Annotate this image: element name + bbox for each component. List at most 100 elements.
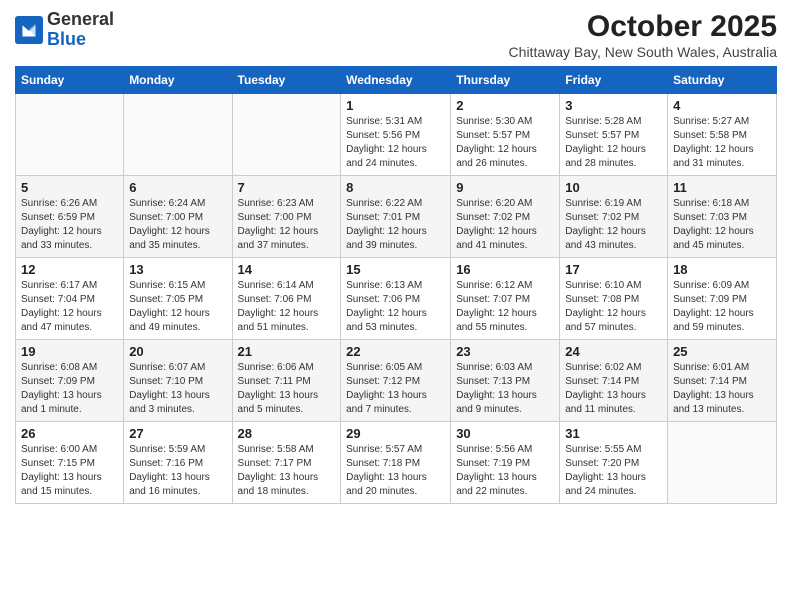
day-number: 23 [456,344,554,359]
day-number: 31 [565,426,662,441]
calendar-cell: 6Sunrise: 6:24 AM Sunset: 7:00 PM Daylig… [124,176,232,258]
calendar-cell: 21Sunrise: 6:06 AM Sunset: 7:11 PM Dayli… [232,340,341,422]
calendar-cell: 11 Sunrise: 6:18 AM Sunset: 7:03 PM Dayli… [668,176,777,258]
calendar-cell: 2 Sunrise: 5:30 AM Sunset: 5:57 PM Daylig… [451,94,560,176]
calendar-cell: 8 Sunrise: 6:22 AM Sunset: 7:01 PM Daylig… [341,176,451,258]
day-number: 4 [673,98,771,113]
day-number: 13 [129,262,226,277]
day-info: Sunrise: 6:23 AM Sunset: 7:00 PM Dayligh… [238,197,336,253]
day-number: 7 [238,180,336,195]
calendar-cell: 29 Sunrise: 5:57 AM Sunset: 7:18 PM Dayli… [341,422,451,504]
calendar-cell: 16Sunrise: 6:12 AM Sunset: 7:07 PM Dayli… [451,258,560,340]
calendar-cell: 22Sunrise: 6:05 AM Sunset: 7:12 PM Dayli… [341,340,451,422]
calendar-week-2: 5Sunrise: 6:26 AM Sunset: 6:59 PM Daylig… [16,176,777,258]
calendar-cell: 3 Sunrise: 5:28 AM Sunset: 5:57 PM Daylig… [560,94,668,176]
calendar-table: SundayMondayTuesdayWednesdayThursdayFrid… [15,66,777,504]
day-number: 28 [238,426,336,441]
day-number: 2 [456,98,554,113]
calendar-week-3: 12Sunrise: 6:17 AM Sunset: 7:04 PM Dayli… [16,258,777,340]
calendar-cell: 27 Sunrise: 5:59 AM Sunset: 7:16 PM Dayli… [124,422,232,504]
day-info: Sunrise: 5:28 AM Sunset: 5:57 PM Dayligh… [565,115,662,171]
calendar-cell: 12Sunrise: 6:17 AM Sunset: 7:04 PM Dayli… [16,258,124,340]
day-number: 20 [129,344,226,359]
month-title: October 2025 [509,10,777,44]
column-header-friday: Friday [560,67,668,94]
calendar-cell: 17 Sunrise: 6:10 AM Sunset: 7:08 PM Dayli… [560,258,668,340]
day-info: Sunrise: 6:10 AM Sunset: 7:08 PM Dayligh… [565,279,662,335]
day-info: Sunrise: 6:07 AM Sunset: 7:10 PM Dayligh… [129,361,226,417]
calendar-cell [16,94,124,176]
calendar-cell: 4 Sunrise: 5:27 AM Sunset: 5:58 PM Daylig… [668,94,777,176]
day-info: Sunrise: 6:19 AM Sunset: 7:02 PM Dayligh… [565,197,662,253]
day-number: 1 [346,98,445,113]
day-info: Sunrise: 6:00 AM Sunset: 7:15 PM Dayligh… [21,443,118,499]
day-info: Sunrise: 6:01 AM Sunset: 7:14 PM Dayligh… [673,361,771,417]
logo-blue: Blue [47,29,86,49]
title-block: October 2025 Chittaway Bay, New South Wa… [509,10,777,60]
day-number: 15 [346,262,445,277]
day-info: Sunrise: 6:14 AM Sunset: 7:06 PM Dayligh… [238,279,336,335]
day-number: 29 [346,426,445,441]
day-number: 26 [21,426,118,441]
calendar-week-1: 1 Sunrise: 5:31 AM Sunset: 5:56 PM Daylig… [16,94,777,176]
calendar-cell: 18Sunrise: 6:09 AM Sunset: 7:09 PM Dayli… [668,258,777,340]
column-header-wednesday: Wednesday [341,67,451,94]
day-info: Sunrise: 6:06 AM Sunset: 7:11 PM Dayligh… [238,361,336,417]
day-info: Sunrise: 5:55 AM Sunset: 7:20 PM Dayligh… [565,443,662,499]
calendar-cell: 28 Sunrise: 5:58 AM Sunset: 7:17 PM Dayli… [232,422,341,504]
calendar-cell: 19 Sunrise: 6:08 AM Sunset: 7:09 PM Dayli… [16,340,124,422]
calendar-cell: 13 Sunrise: 6:15 AM Sunset: 7:05 PM Dayli… [124,258,232,340]
day-number: 10 [565,180,662,195]
calendar-cell: 15 Sunrise: 6:13 AM Sunset: 7:06 PM Dayli… [341,258,451,340]
calendar-week-4: 19 Sunrise: 6:08 AM Sunset: 7:09 PM Dayli… [16,340,777,422]
day-info: Sunrise: 6:15 AM Sunset: 7:05 PM Dayligh… [129,279,226,335]
day-number: 16 [456,262,554,277]
day-number: 19 [21,344,118,359]
calendar-cell [232,94,341,176]
calendar-cell: 1 Sunrise: 5:31 AM Sunset: 5:56 PM Daylig… [341,94,451,176]
day-number: 18 [673,262,771,277]
location-title: Chittaway Bay, New South Wales, Australi… [509,44,777,60]
logo-text: General Blue [47,10,114,50]
day-number: 8 [346,180,445,195]
day-info: Sunrise: 5:56 AM Sunset: 7:19 PM Dayligh… [456,443,554,499]
logo-icon [15,16,43,44]
calendar-cell: 9 Sunrise: 6:20 AM Sunset: 7:02 PM Daylig… [451,176,560,258]
day-number: 25 [673,344,771,359]
logo: General Blue [15,10,114,50]
column-header-monday: Monday [124,67,232,94]
calendar-week-5: 26 Sunrise: 6:00 AM Sunset: 7:15 PM Dayli… [16,422,777,504]
calendar-cell: 30Sunrise: 5:56 AM Sunset: 7:19 PM Dayli… [451,422,560,504]
calendar-cell: 5Sunrise: 6:26 AM Sunset: 6:59 PM Daylig… [16,176,124,258]
day-number: 27 [129,426,226,441]
day-info: Sunrise: 5:27 AM Sunset: 5:58 PM Dayligh… [673,115,771,171]
day-info: Sunrise: 5:31 AM Sunset: 5:56 PM Dayligh… [346,115,445,171]
day-info: Sunrise: 6:02 AM Sunset: 7:14 PM Dayligh… [565,361,662,417]
day-number: 9 [456,180,554,195]
calendar-cell [668,422,777,504]
day-info: Sunrise: 6:03 AM Sunset: 7:13 PM Dayligh… [456,361,554,417]
day-number: 3 [565,98,662,113]
calendar-cell: 7 Sunrise: 6:23 AM Sunset: 7:00 PM Daylig… [232,176,341,258]
day-info: Sunrise: 6:08 AM Sunset: 7:09 PM Dayligh… [21,361,118,417]
day-info: Sunrise: 5:30 AM Sunset: 5:57 PM Dayligh… [456,115,554,171]
day-info: Sunrise: 5:59 AM Sunset: 7:16 PM Dayligh… [129,443,226,499]
day-number: 17 [565,262,662,277]
calendar-cell: 31 Sunrise: 5:55 AM Sunset: 7:20 PM Dayli… [560,422,668,504]
day-info: Sunrise: 6:05 AM Sunset: 7:12 PM Dayligh… [346,361,445,417]
column-header-tuesday: Tuesday [232,67,341,94]
day-info: Sunrise: 6:13 AM Sunset: 7:06 PM Dayligh… [346,279,445,335]
day-info: Sunrise: 5:58 AM Sunset: 7:17 PM Dayligh… [238,443,336,499]
day-info: Sunrise: 6:18 AM Sunset: 7:03 PM Dayligh… [673,197,771,253]
calendar-cell: 14 Sunrise: 6:14 AM Sunset: 7:06 PM Dayli… [232,258,341,340]
day-info: Sunrise: 6:20 AM Sunset: 7:02 PM Dayligh… [456,197,554,253]
day-info: Sunrise: 5:57 AM Sunset: 7:18 PM Dayligh… [346,443,445,499]
day-info: Sunrise: 6:22 AM Sunset: 7:01 PM Dayligh… [346,197,445,253]
logo-general: General [47,9,114,29]
day-number: 14 [238,262,336,277]
column-header-saturday: Saturday [668,67,777,94]
day-info: Sunrise: 6:26 AM Sunset: 6:59 PM Dayligh… [21,197,118,253]
day-number: 11 [673,180,771,195]
calendar-cell: 10 Sunrise: 6:19 AM Sunset: 7:02 PM Dayli… [560,176,668,258]
column-header-thursday: Thursday [451,67,560,94]
